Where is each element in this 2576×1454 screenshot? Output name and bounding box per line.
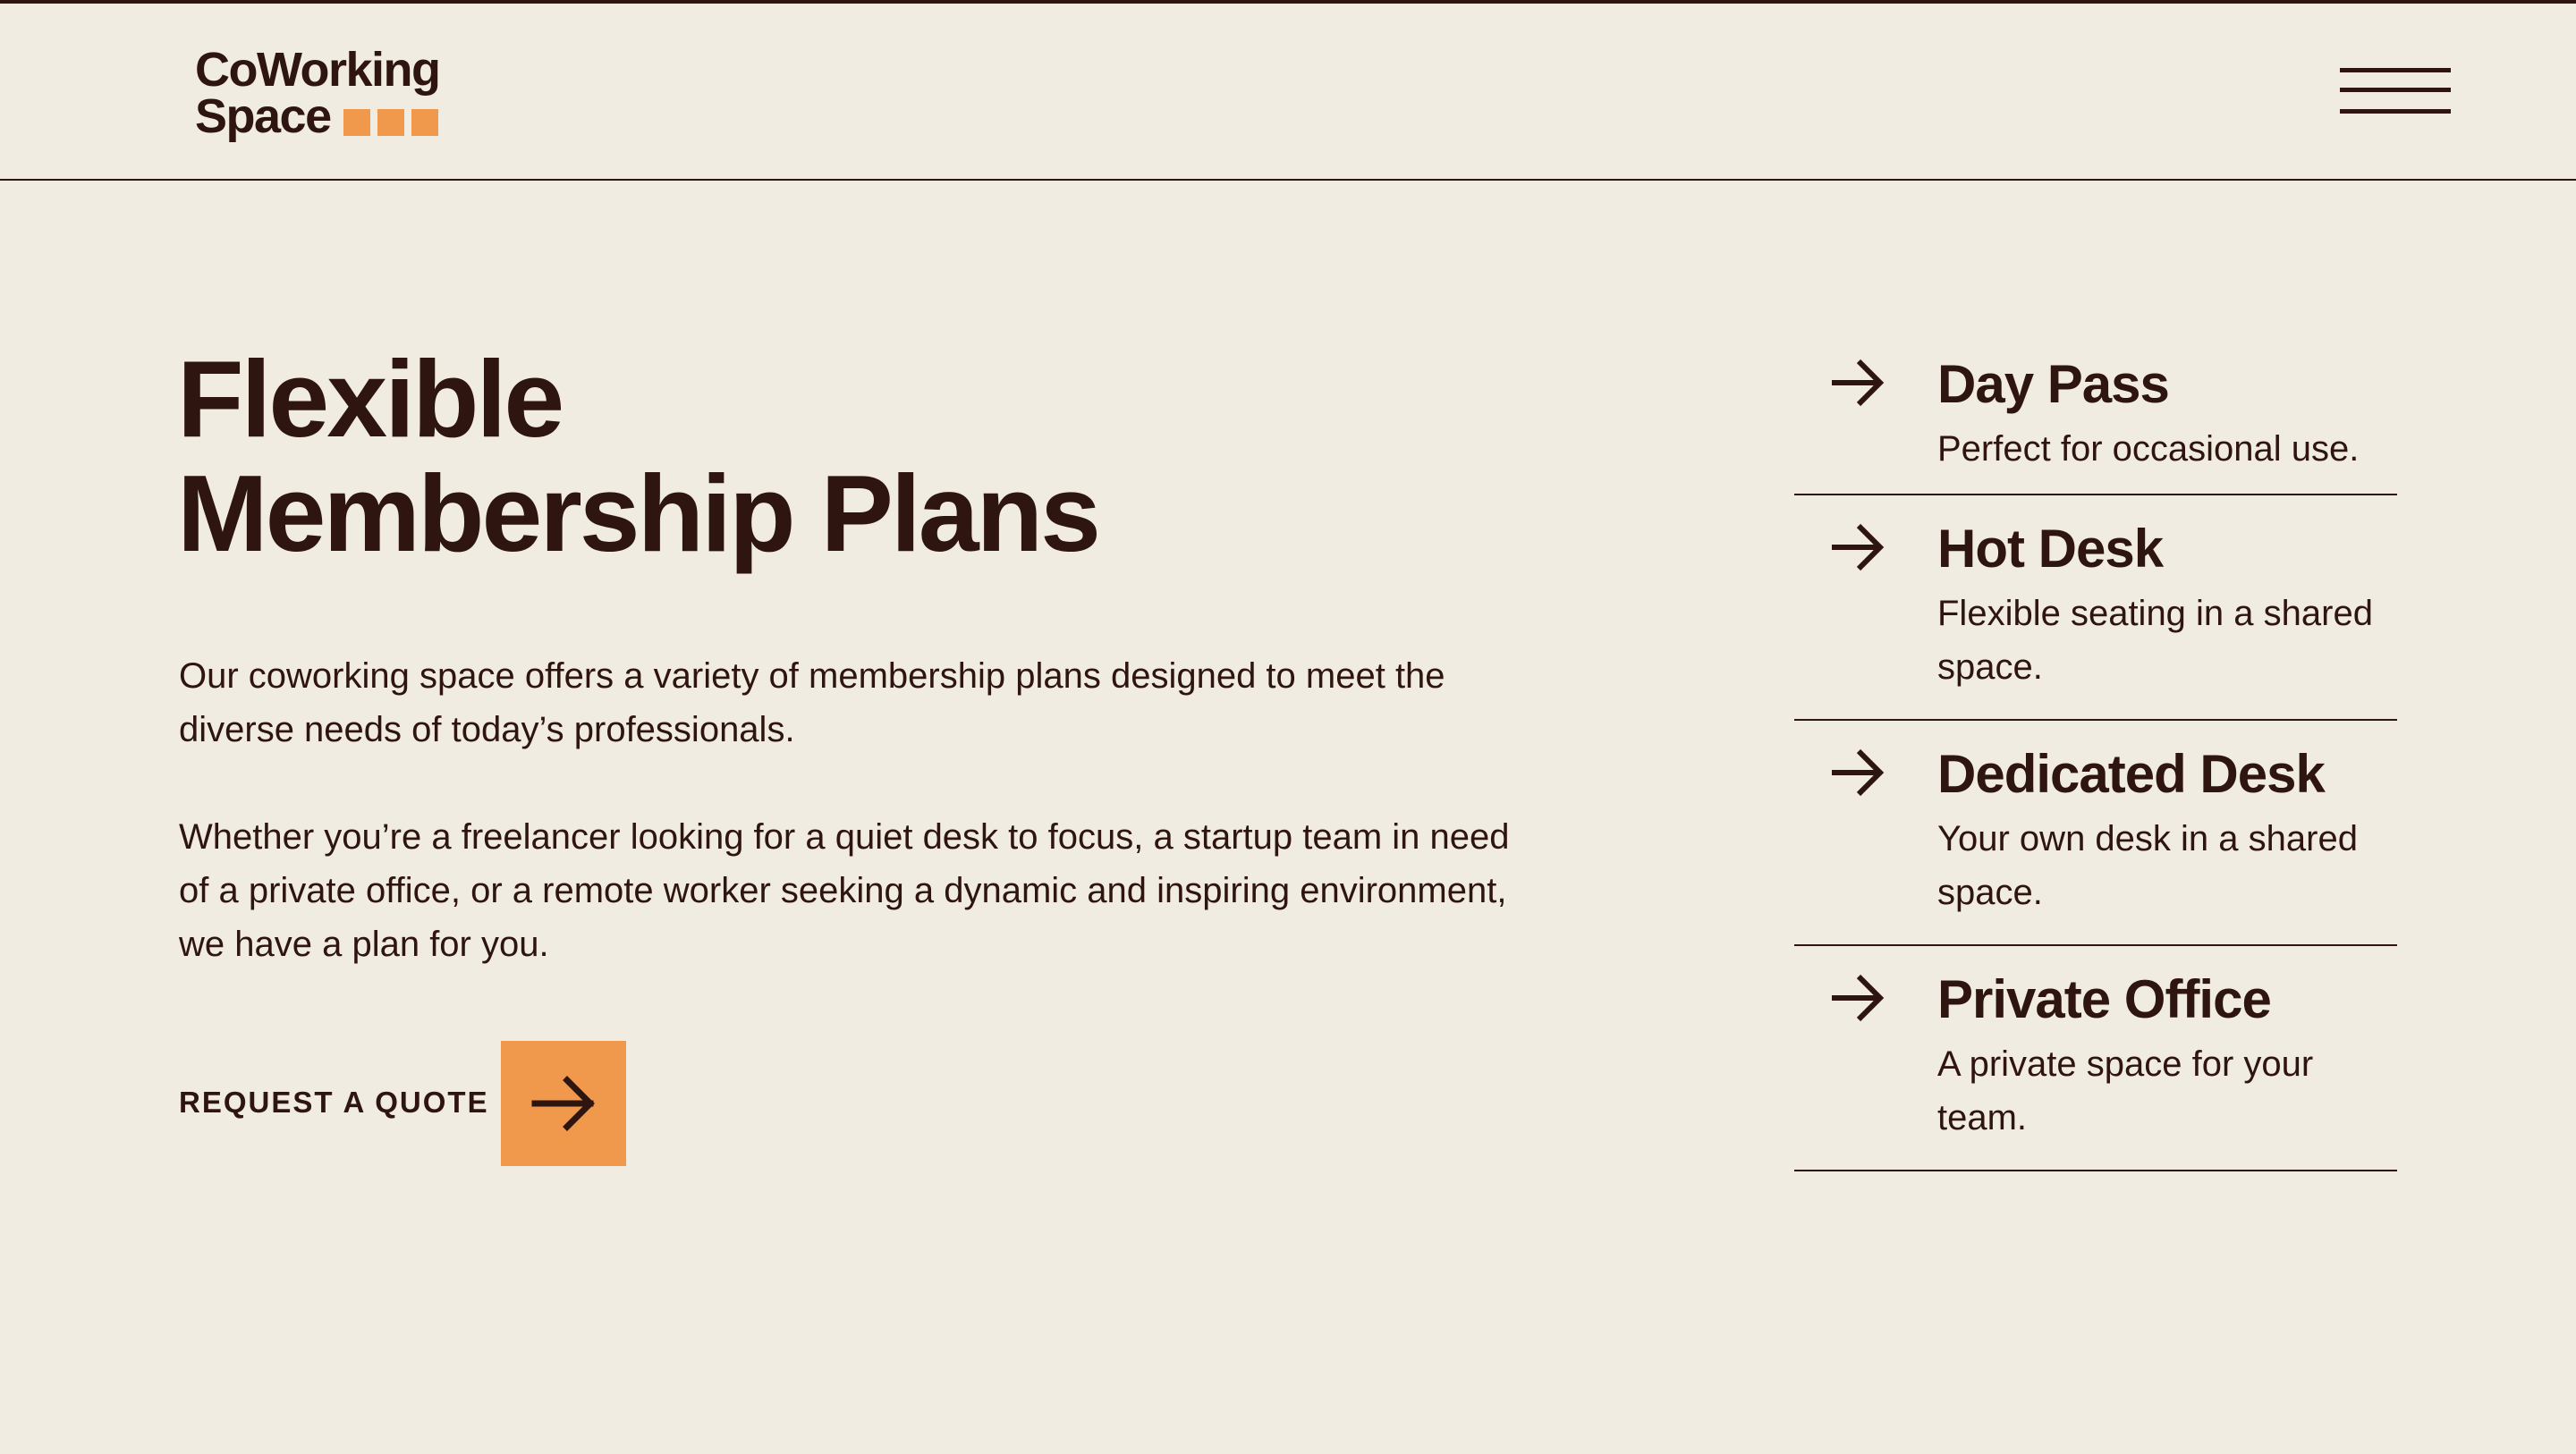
details-paragraph: Whether you’re a freelancer looking for …: [179, 817, 1510, 964]
request-quote-button[interactable]: [501, 1041, 626, 1166]
plan-name: Day Pass: [1937, 354, 2170, 414]
plan-name: Hot Desk: [1937, 519, 2164, 579]
plan-item-private-office[interactable]: Private Office A private space for your …: [1794, 946, 2397, 1171]
plan-description: Your own desk in a shared space.: [1937, 819, 2358, 912]
plan-description: Perfect for occasional use.: [1937, 429, 2360, 469]
page-title: Flexible Membership Plans: [177, 338, 1101, 574]
menu-bar: [2340, 109, 2451, 114]
plan-item-dedicated-desk[interactable]: Dedicated Desk Your own desk in a shared…: [1794, 721, 2397, 946]
menu-bar: [2340, 68, 2451, 72]
plan-name: Private Office: [1937, 969, 2272, 1029]
logo-text-line1: CoWorking: [195, 43, 441, 97]
arrow-right-icon: [531, 1076, 595, 1131]
page-title-line2: Membership Plans: [177, 452, 1101, 574]
plan-description: Flexible seating in a shared space.: [1937, 594, 2373, 687]
intro-paragraph: Our coworking space offers a variety of …: [179, 656, 1445, 749]
arrow-right-icon: [1832, 974, 1885, 1022]
page-title-line1: Flexible: [177, 338, 564, 460]
menu-bar: [2340, 88, 2451, 92]
plan-item-hot-desk[interactable]: Hot Desk Flexible seating in a shared sp…: [1794, 495, 2397, 721]
logo-square: [343, 109, 370, 136]
plan-name: Dedicated Desk: [1937, 744, 2326, 804]
logo[interactable]: CoWorking Space: [195, 46, 463, 143]
arrow-right-icon: [1832, 748, 1885, 797]
logo-text-line2-row: Space: [195, 92, 463, 143]
logo-squares-icon: [343, 97, 438, 143]
request-quote-link[interactable]: REQUEST A QUOTE: [179, 1086, 489, 1120]
arrow-right-icon: [1832, 523, 1885, 571]
plan-item-day-pass[interactable]: Day Pass Perfect for occasional use.: [1794, 331, 2397, 495]
plan-description: A private space for your team.: [1937, 1044, 2314, 1137]
logo-text-line2: Space: [195, 89, 332, 143]
hamburger-menu-icon[interactable]: [2340, 64, 2451, 122]
arrow-right-icon: [1832, 359, 1885, 407]
logo-square: [411, 109, 438, 136]
logo-square: [377, 109, 404, 136]
site-header: CoWorking Space: [0, 4, 2576, 181]
page: CoWorking Space Flexible Membership Plan…: [0, 0, 2576, 1454]
membership-plans-list: Day Pass Perfect for occasional use. Hot…: [1794, 331, 2397, 1171]
